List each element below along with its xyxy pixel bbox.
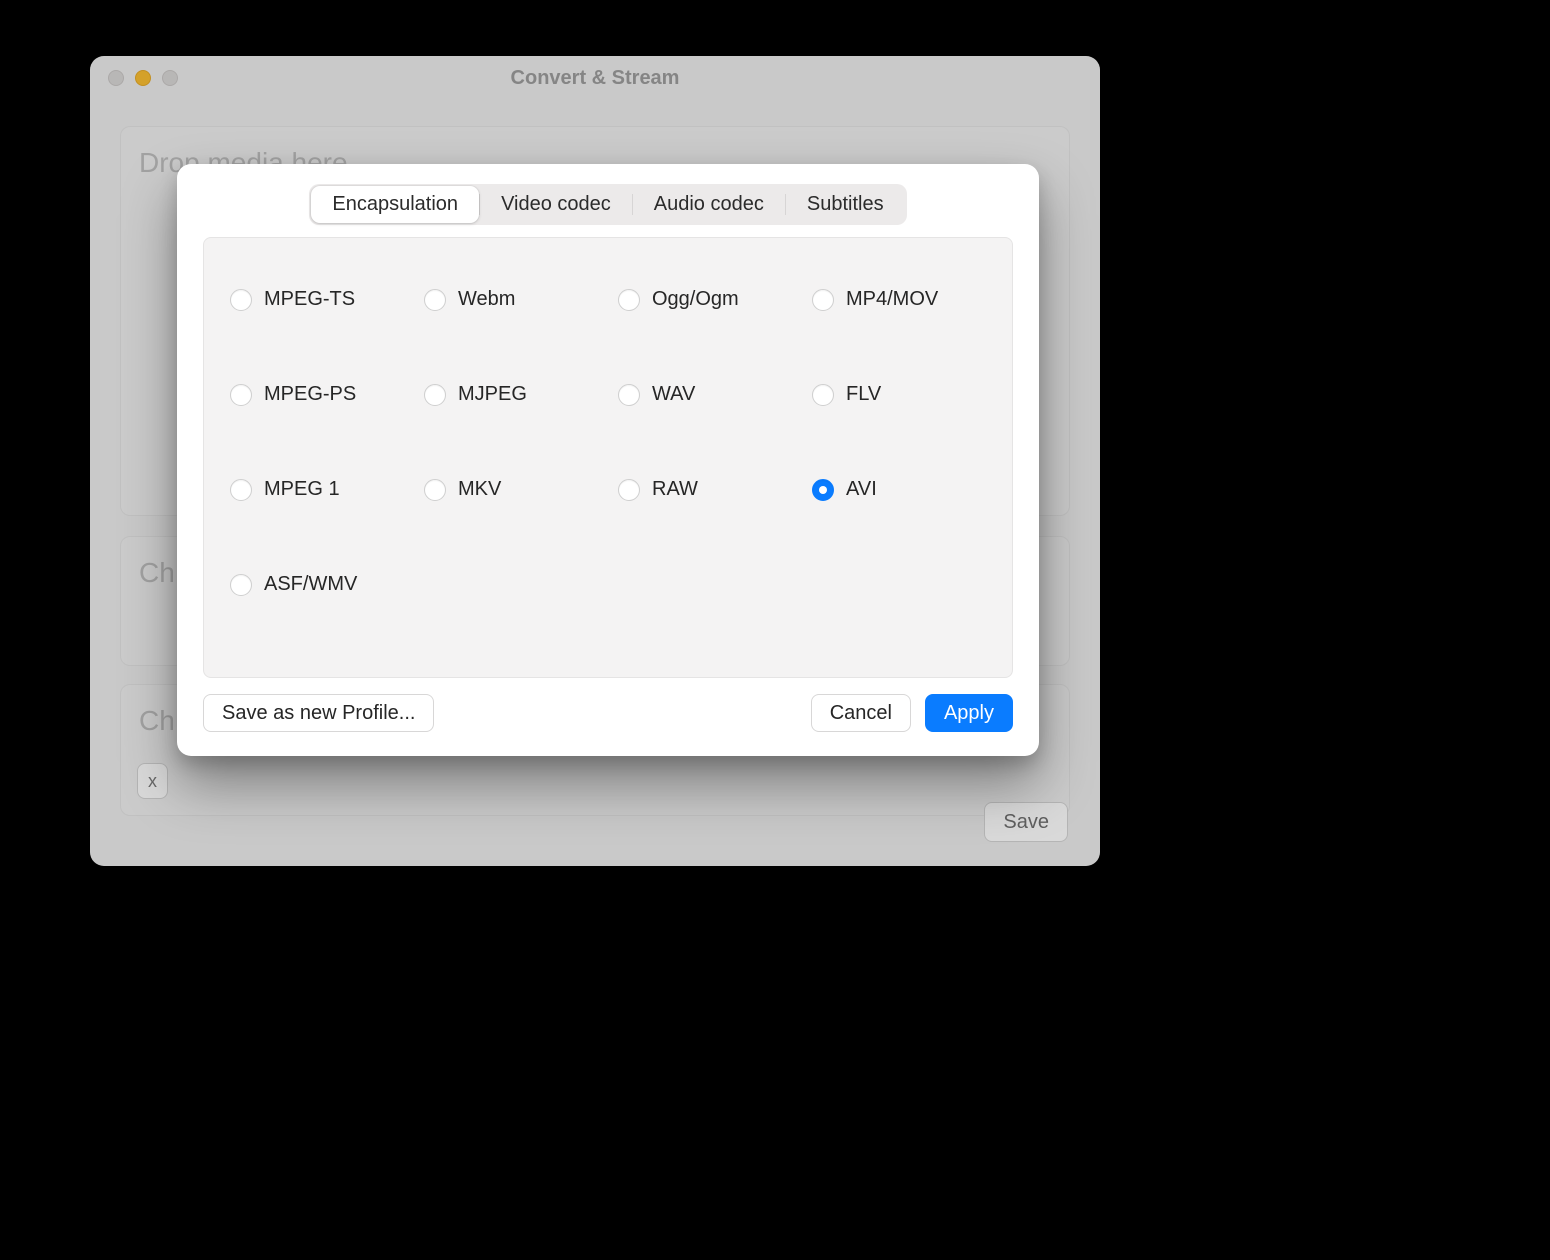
radio-wav[interactable]: WAV: [618, 383, 792, 406]
radio-mjpeg[interactable]: MJPEG: [424, 383, 598, 406]
radio-label: AVI: [846, 478, 877, 501]
radio-dot-icon: [618, 384, 640, 406]
radio-label: MP4/MOV: [846, 288, 938, 311]
radio-label: Webm: [458, 288, 515, 311]
radio-mp4[interactable]: MP4/MOV: [812, 288, 986, 311]
radio-dot-icon: [230, 289, 252, 311]
radio-label: MJPEG: [458, 383, 527, 406]
tab-video-codec[interactable]: Video codec: [480, 186, 632, 223]
radio-dot-icon: [812, 479, 834, 501]
radio-label: MPEG-TS: [264, 288, 355, 311]
radio-avi[interactable]: AVI: [812, 478, 986, 501]
radio-asf[interactable]: ASF/WMV: [230, 573, 404, 596]
profile-sheet: EncapsulationVideo codecAudio codecSubti…: [177, 164, 1039, 756]
radio-dot-icon: [424, 289, 446, 311]
minimize-icon[interactable]: [135, 70, 151, 86]
bg-section-3-pill: x: [137, 763, 168, 799]
radio-flv[interactable]: FLV: [812, 383, 986, 406]
sheet-button-row: Save as new Profile... Cancel Apply: [203, 694, 1013, 732]
radio-dot-icon: [424, 384, 446, 406]
cancel-button[interactable]: Cancel: [811, 694, 911, 732]
radio-raw[interactable]: RAW: [618, 478, 792, 501]
radio-ogg[interactable]: Ogg/Ogm: [618, 288, 792, 311]
traffic-lights: [108, 70, 178, 86]
radio-label: Ogg/Ogm: [652, 288, 739, 311]
radio-dot-icon: [230, 479, 252, 501]
radio-label: FLV: [846, 383, 881, 406]
radio-dot-icon: [812, 384, 834, 406]
save-button[interactable]: Save: [984, 802, 1068, 842]
bg-section-2-label: Ch: [139, 557, 175, 589]
radio-label: WAV: [652, 383, 695, 406]
window-title: Convert & Stream: [90, 67, 1100, 90]
radio-label: RAW: [652, 478, 698, 501]
radio-dot-icon: [230, 384, 252, 406]
radio-mpeg-ts[interactable]: MPEG-TS: [230, 288, 404, 311]
radio-label: MPEG-PS: [264, 383, 356, 406]
apply-button[interactable]: Apply: [925, 694, 1013, 732]
tab-audio-codec[interactable]: Audio codec: [633, 186, 785, 223]
bg-section-3-label: Ch: [139, 705, 175, 737]
tab-bar: EncapsulationVideo codecAudio codecSubti…: [309, 184, 906, 225]
radio-mpeg-ps[interactable]: MPEG-PS: [230, 383, 404, 406]
encapsulation-pane: MPEG-TS Webm Ogg/Ogm MP4/MOV MPEG-PS MJPEG WAV…: [203, 237, 1013, 678]
radio-mkv[interactable]: MKV: [424, 478, 598, 501]
radio-mpeg1[interactable]: MPEG 1: [230, 478, 404, 501]
radio-label: MKV: [458, 478, 501, 501]
tab-encapsulation[interactable]: Encapsulation: [311, 186, 479, 223]
radio-label: MPEG 1: [264, 478, 340, 501]
titlebar: Convert & Stream: [90, 56, 1100, 100]
tab-subtitles[interactable]: Subtitles: [786, 186, 905, 223]
radio-dot-icon: [618, 289, 640, 311]
encapsulation-options: MPEG-TS Webm Ogg/Ogm MP4/MOV MPEG-PS MJPEG WAV…: [230, 288, 986, 596]
close-icon[interactable]: [108, 70, 124, 86]
radio-webm[interactable]: Webm: [424, 288, 598, 311]
radio-dot-icon: [812, 289, 834, 311]
zoom-icon[interactable]: [162, 70, 178, 86]
radio-dot-icon: [230, 574, 252, 596]
radio-label: ASF/WMV: [264, 573, 357, 596]
radio-dot-icon: [618, 479, 640, 501]
save-as-new-profile-button[interactable]: Save as new Profile...: [203, 694, 434, 732]
radio-dot-icon: [424, 479, 446, 501]
